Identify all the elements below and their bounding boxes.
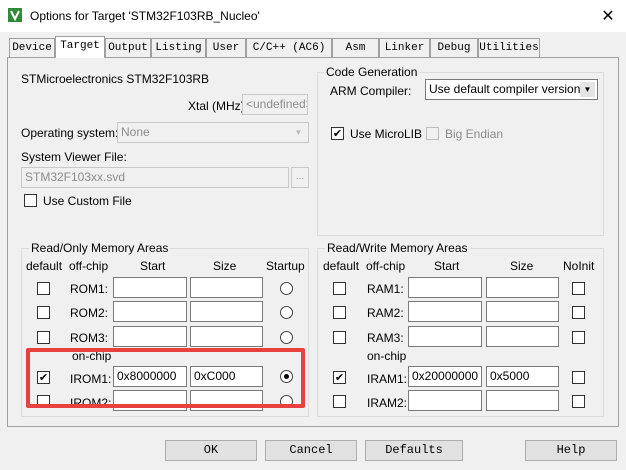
rom-header-default: default	[26, 259, 63, 273]
ram-header-start: Start	[434, 259, 460, 273]
ram-header-size: Size	[510, 259, 534, 273]
rom2-startup-radio[interactable]	[280, 306, 293, 319]
tab-device[interactable]: Device	[9, 38, 55, 57]
os-select[interactable]: None ▼	[117, 122, 309, 143]
big-endian-checkbox[interactable]	[426, 127, 439, 140]
rom-header-start: Start	[140, 259, 166, 273]
iram2-start-field[interactable]	[408, 390, 482, 411]
rom1-startup-radio[interactable]	[280, 282, 293, 295]
ram2-size-field[interactable]	[486, 301, 559, 322]
rom2-start-field[interactable]	[113, 301, 187, 322]
ram2-start-field[interactable]	[408, 301, 482, 322]
os-label: Operating system:	[21, 126, 119, 140]
ram3-default-checkbox[interactable]	[333, 331, 346, 344]
iram1-label: IRAM1:	[367, 372, 408, 386]
custom-file-label: Use Custom File	[43, 194, 132, 208]
ram2-default-checkbox[interactable]	[333, 306, 346, 319]
ram1-start-field[interactable]	[408, 277, 482, 298]
rom3-startup-radio[interactable]	[280, 331, 293, 344]
iram2-size-field[interactable]	[486, 390, 559, 411]
cancel-button[interactable]: Cancel	[265, 440, 357, 461]
big-endian-label: Big Endian	[445, 127, 504, 141]
rom-group-title: Read/Only Memory Areas	[29, 241, 171, 255]
ram3-start-field[interactable]	[408, 326, 482, 347]
rom2-default-checkbox[interactable]	[37, 306, 50, 319]
defaults-button[interactable]: Defaults	[365, 440, 463, 461]
iram1-size-field[interactable]: 0x5000	[486, 366, 559, 387]
tab-target[interactable]: Target	[55, 36, 105, 58]
ram-header-noinit: NoInit	[563, 259, 595, 273]
ram2-label: RAM2:	[367, 306, 404, 320]
tab-debug[interactable]: Debug	[430, 38, 478, 57]
device-name: STMicroelectronics STM32F103RB	[21, 72, 210, 86]
ram1-label: RAM1:	[367, 282, 404, 296]
tab-cpp[interactable]: C/C++ (AC6)	[246, 38, 332, 57]
ram1-size-field[interactable]	[486, 277, 559, 298]
rom3-default-checkbox[interactable]	[37, 331, 50, 344]
ram-group-title: Read/Write Memory Areas	[325, 241, 470, 255]
tab-linker[interactable]: Linker	[379, 38, 430, 57]
xtal-field[interactable]: <undefined>	[242, 94, 308, 115]
rom1-size-field[interactable]	[190, 277, 263, 298]
rom1-start-field[interactable]	[113, 277, 187, 298]
rom2-label: ROM2:	[70, 306, 109, 320]
ram-header-offchip: off-chip	[366, 259, 406, 273]
ram-header-default: default	[323, 259, 360, 273]
tab-output[interactable]: Output	[105, 38, 151, 57]
iram1-noinit-checkbox[interactable]	[572, 371, 585, 384]
ram2-noinit-checkbox[interactable]	[572, 306, 585, 319]
tab-user[interactable]: User	[206, 38, 246, 57]
ram1-default-checkbox[interactable]	[333, 282, 346, 295]
rom3-label: ROM3:	[70, 331, 109, 345]
close-icon[interactable]: ✕	[596, 4, 620, 28]
iram1-start-field[interactable]: 0x20000000	[408, 366, 482, 387]
ram3-size-field[interactable]	[486, 326, 559, 347]
keil-app-icon	[8, 8, 22, 22]
compiler-select-value: Use default compiler version 6	[429, 82, 591, 96]
xtal-label: Xtal (MHz):	[188, 99, 248, 113]
svd-label: System Viewer File:	[21, 150, 127, 164]
tab-listing[interactable]: Listing	[151, 38, 206, 57]
rom1-default-checkbox[interactable]	[37, 282, 50, 295]
microlib-label: Use MicroLIB	[350, 127, 423, 141]
ram3-label: RAM3:	[367, 331, 404, 345]
help-button[interactable]: Help	[525, 440, 617, 461]
rom3-start-field[interactable]	[113, 326, 187, 347]
chevron-down-icon: ▼	[294, 128, 303, 137]
rom-header-size: Size	[213, 259, 237, 273]
svd-browse-button[interactable]: ...	[291, 167, 309, 188]
microlib-checkbox[interactable]: ✔	[331, 127, 344, 140]
rom2-size-field[interactable]	[190, 301, 263, 322]
tab-asm[interactable]: Asm	[332, 38, 379, 57]
iram2-label: IRAM2:	[367, 396, 408, 410]
svd-field[interactable]: STM32F103xx.svd	[21, 167, 289, 188]
rom-header-offchip: off-chip	[69, 259, 109, 273]
iram1-default-checkbox[interactable]: ✔	[333, 371, 346, 384]
tab-utilities[interactable]: Utilities	[478, 38, 540, 57]
iram2-default-checkbox[interactable]	[333, 395, 346, 408]
chevron-down-icon: ▼	[580, 82, 595, 97]
ok-button[interactable]: OK	[165, 440, 257, 461]
ram1-noinit-checkbox[interactable]	[572, 282, 585, 295]
rom-header-startup: Startup	[266, 259, 305, 273]
ram-onchip-label: on-chip	[367, 349, 407, 363]
iram2-noinit-checkbox[interactable]	[572, 395, 585, 408]
ram3-noinit-checkbox[interactable]	[572, 331, 585, 344]
window-title: Options for Target 'STM32F103RB_Nucleo'	[30, 9, 260, 23]
highlight-annotation-box	[26, 348, 305, 408]
os-select-value: None	[121, 125, 150, 139]
compiler-label: ARM Compiler:	[330, 84, 412, 98]
rom3-size-field[interactable]	[190, 326, 263, 347]
code-generation-title: Code Generation	[324, 65, 420, 79]
custom-file-checkbox[interactable]	[24, 194, 37, 207]
rom1-label: ROM1:	[70, 282, 109, 296]
compiler-select[interactable]: Use default compiler version 6 ▼	[425, 79, 598, 100]
